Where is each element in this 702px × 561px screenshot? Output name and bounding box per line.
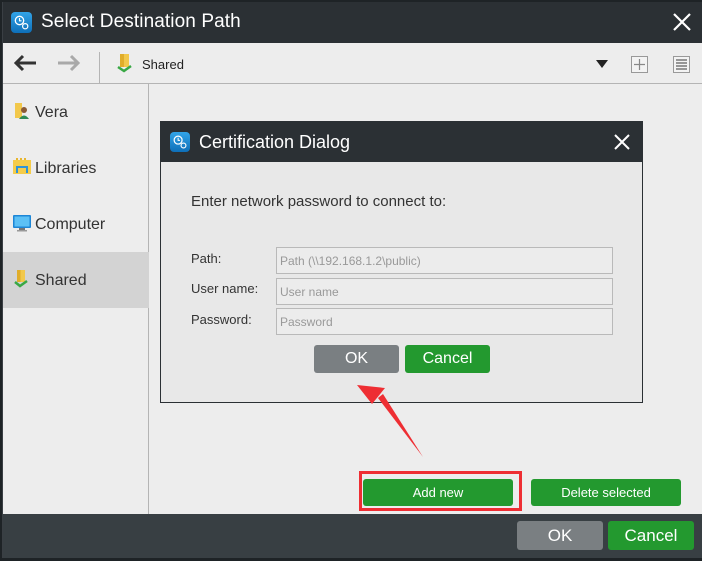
path-input[interactable] — [276, 247, 613, 274]
sidebar-item-shared[interactable]: Shared — [3, 252, 149, 308]
sidebar-item-label: Shared — [35, 272, 87, 289]
libraries-icon — [13, 158, 31, 176]
path-label: Path: — [191, 251, 222, 266]
dialog-prompt: Enter network password to connect to: — [191, 193, 447, 210]
breadcrumb[interactable]: Shared — [142, 57, 184, 72]
cancel-button[interactable]: Cancel — [608, 521, 694, 550]
user-folder-icon — [13, 102, 31, 120]
dialog-ok-button[interactable]: OK — [314, 345, 399, 373]
plus-box-icon[interactable] — [631, 56, 648, 73]
username-label: User name: — [191, 281, 259, 296]
certification-dialog: Certification Dialog Enter network passw… — [160, 121, 643, 403]
sidebar-item-label: Vera — [35, 104, 68, 121]
window-title: Select Destination Path — [41, 11, 241, 32]
sidebar-item-label: Libraries — [35, 160, 97, 177]
sidebar-item-label: Computer — [35, 216, 106, 233]
sidebar-item-computer[interactable]: Computer — [3, 196, 149, 252]
password-input[interactable] — [276, 308, 613, 335]
close-icon[interactable] — [612, 132, 632, 152]
navigation-toolbar: Shared — [3, 43, 702, 84]
sidebar-item-vera[interactable]: Vera — [3, 84, 149, 140]
sidebar-item-libraries[interactable]: Libraries — [3, 140, 149, 196]
delete-selected-button[interactable]: Delete selected — [531, 479, 681, 506]
toolbar-separator — [99, 52, 100, 83]
dialog-titlebar: Certification Dialog — [161, 122, 642, 162]
clock-gear-app-icon — [170, 132, 190, 152]
username-input[interactable] — [276, 278, 613, 305]
password-label: Password: — [191, 312, 252, 327]
shared-folder-icon — [117, 53, 133, 73]
sidebar: Vera Libraries Computer Shared — [3, 84, 149, 514]
close-icon[interactable] — [671, 11, 693, 33]
clock-gear-app-icon — [11, 12, 32, 33]
list-view-icon[interactable] — [673, 56, 690, 73]
dialog-cancel-button[interactable]: Cancel — [405, 345, 490, 373]
dialog-title: Certification Dialog — [199, 132, 351, 152]
shared-folder-icon — [13, 270, 31, 288]
triangle-down-icon[interactable] — [596, 60, 608, 68]
window-titlebar: Select Destination Path — [3, 2, 702, 43]
arrow-left-icon[interactable] — [12, 53, 38, 73]
computer-icon — [13, 214, 31, 232]
arrow-right-icon[interactable] — [56, 53, 82, 73]
add-new-button[interactable]: Add new — [363, 479, 513, 506]
ok-button[interactable]: OK — [517, 521, 603, 550]
window-footer: OK Cancel — [3, 514, 702, 558]
